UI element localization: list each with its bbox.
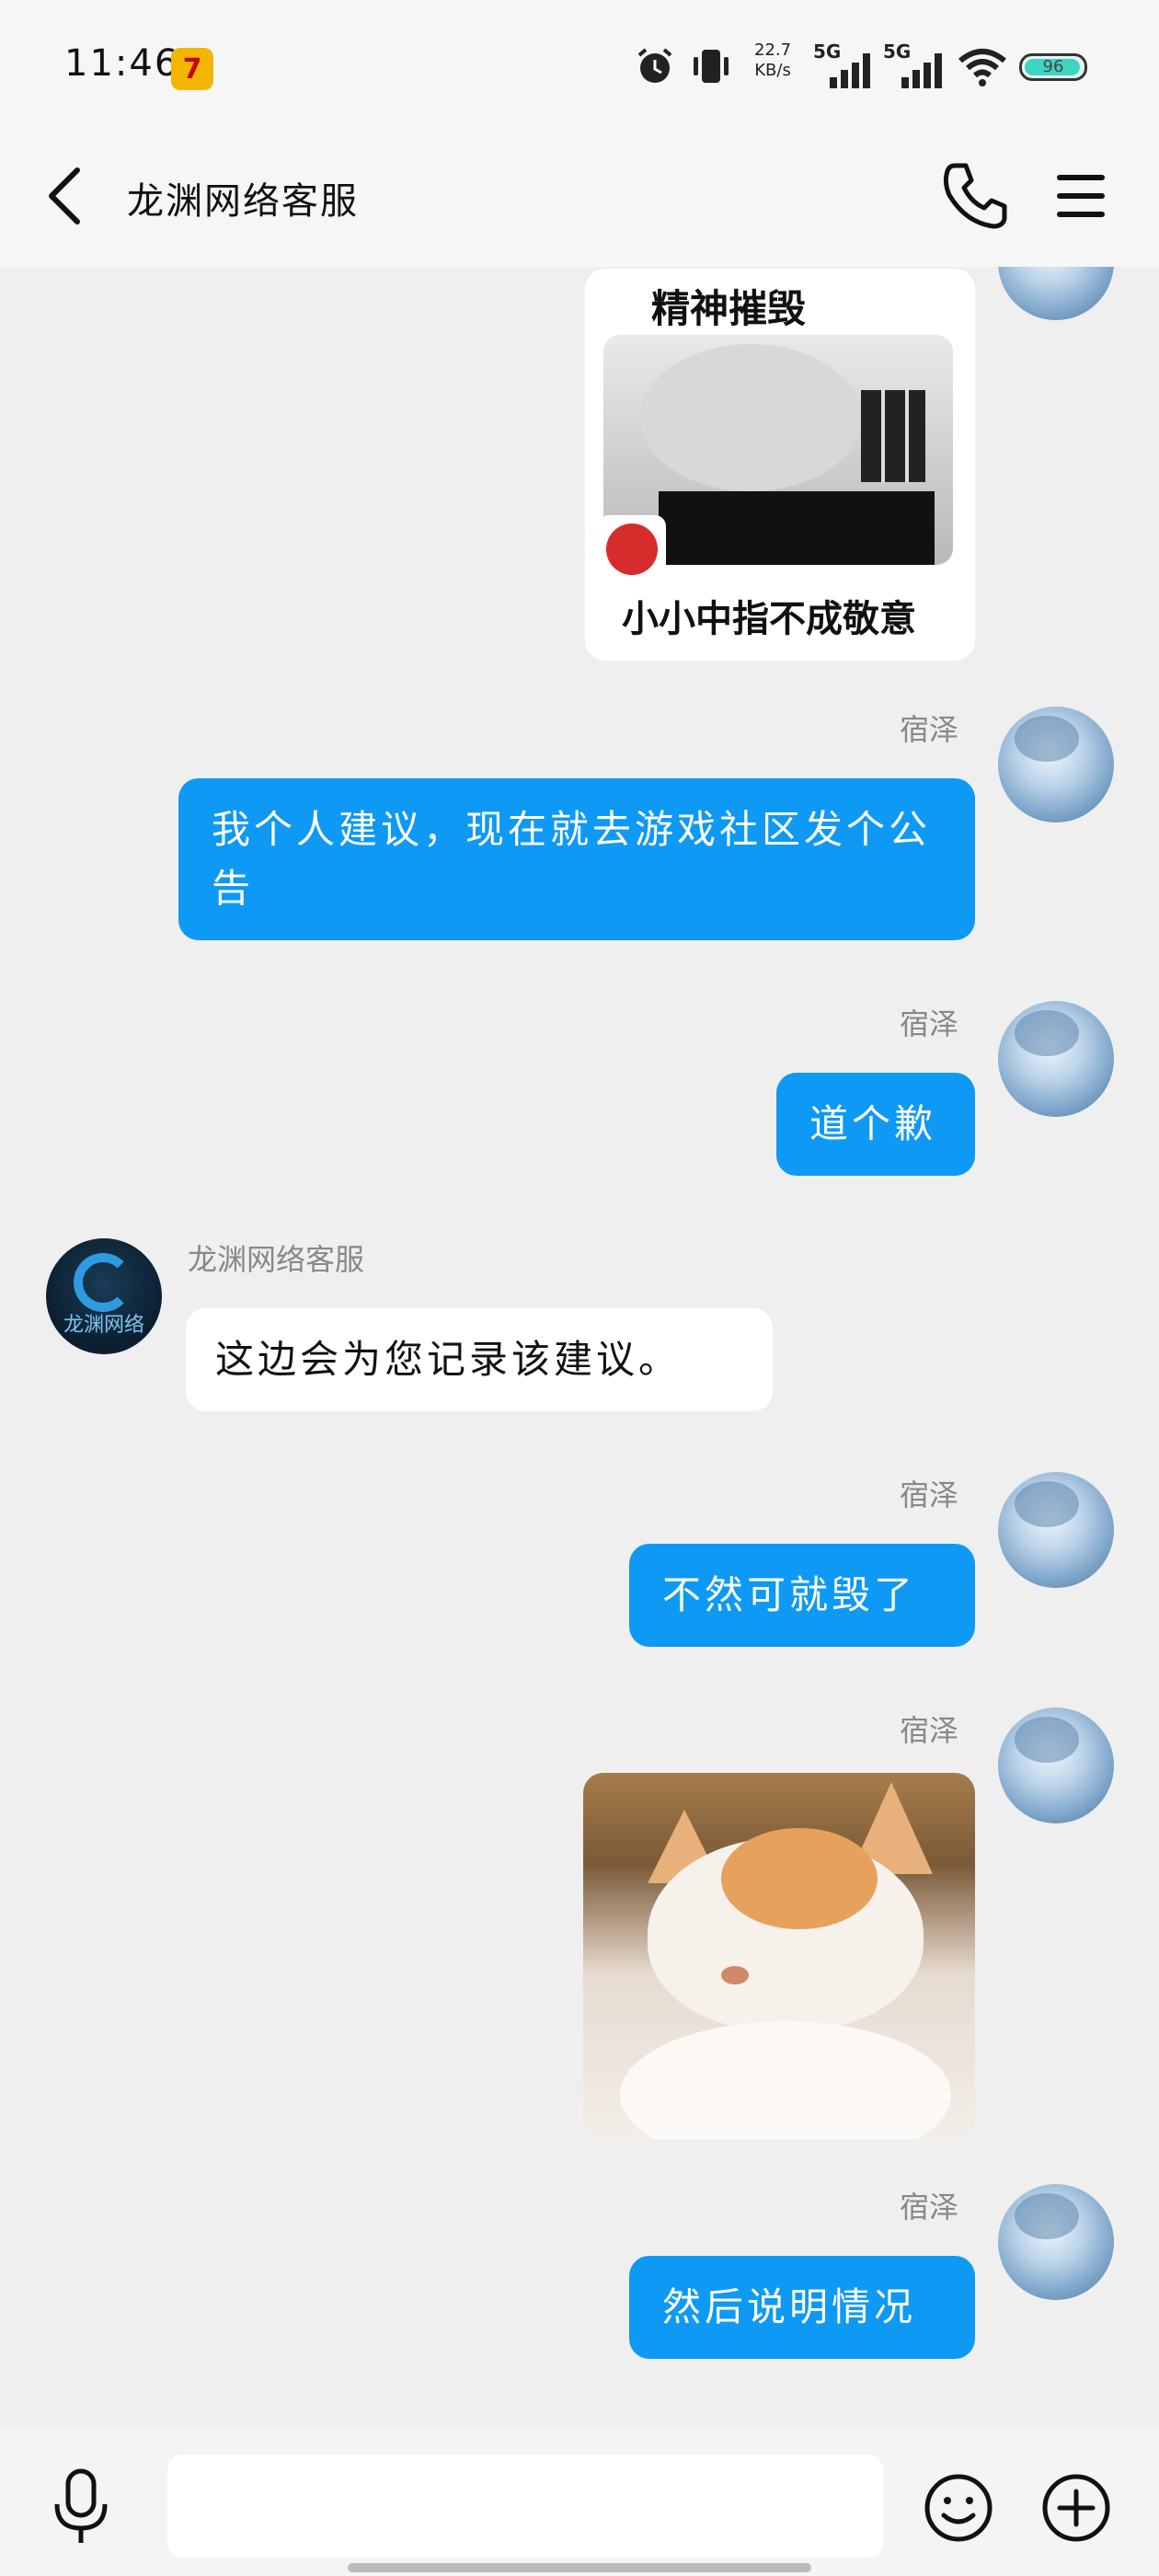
sender-name: 宿泽 bbox=[900, 1713, 959, 1748]
wifi-icon bbox=[958, 49, 1006, 86]
back-arrow-icon bbox=[49, 167, 80, 224]
signal-icon bbox=[901, 53, 942, 88]
emoji-button[interactable] bbox=[920, 2469, 997, 2547]
back-button[interactable] bbox=[37, 164, 92, 228]
network-speed-value: 22.7 bbox=[754, 40, 792, 60]
sender-name: 宿泽 bbox=[900, 1006, 959, 1041]
user-avatar[interactable] bbox=[998, 267, 1114, 320]
voice-button[interactable] bbox=[46, 2466, 116, 2548]
cat-sticker[interactable] bbox=[583, 1773, 975, 2139]
more-button[interactable] bbox=[1038, 2469, 1115, 2547]
menu-icon bbox=[1057, 175, 1105, 217]
battery-icon: 96 bbox=[1019, 53, 1087, 81]
message-input[interactable] bbox=[167, 2455, 883, 2558]
status-time: 11:46 bbox=[64, 42, 180, 85]
message-bubble[interactable]: 不然可就毁了 bbox=[629, 1544, 975, 1647]
message-bubble[interactable]: 然后说明情况 bbox=[629, 2256, 975, 2359]
sticker-bottom-text: 小小中指不成敬意 bbox=[622, 598, 916, 640]
sender-name: 宿泽 bbox=[900, 2190, 959, 2225]
user-avatar[interactable] bbox=[998, 1708, 1114, 1823]
user-avatar[interactable] bbox=[998, 1001, 1114, 1117]
menu-button[interactable] bbox=[1044, 166, 1114, 226]
sender-name: 宿泽 bbox=[900, 712, 959, 747]
support-avatar-text: 龙渊网络 bbox=[63, 1314, 144, 1337]
microphone-icon bbox=[54, 2468, 108, 2543]
network-speed: 22.7 KB/s bbox=[754, 40, 791, 81]
page-title: 龙渊网络客服 bbox=[127, 180, 359, 223]
home-indicator[interactable] bbox=[348, 2563, 811, 2572]
message-bubble[interactable]: 这边会为您记录该建议。 bbox=[186, 1308, 773, 1411]
user-avatar[interactable] bbox=[998, 1472, 1114, 1588]
signal-icon bbox=[830, 53, 870, 88]
sticker-top-text: 精神摧毁 bbox=[651, 286, 807, 331]
alarm-icon bbox=[637, 48, 672, 83]
user-avatar[interactable] bbox=[998, 707, 1114, 822]
message-bubble[interactable]: 道个歉 bbox=[776, 1073, 975, 1176]
battery-level: 96 bbox=[1042, 57, 1064, 76]
network-speed-unit: KB/s bbox=[754, 61, 791, 80]
call-button[interactable] bbox=[938, 158, 1012, 232]
phone-icon bbox=[943, 163, 1007, 229]
emoji-icon bbox=[924, 2474, 993, 2542]
vibrate-icon bbox=[694, 50, 729, 83]
app-notification-icon: 7 bbox=[171, 48, 213, 90]
plus-icon bbox=[1042, 2474, 1110, 2542]
support-avatar[interactable]: 龙渊网络 bbox=[46, 1238, 162, 1354]
message-list: 精神摧毁 小小中指不成敬意 宿泽 我个人建议，现在就去游戏社区发个公告 宿泽 道… bbox=[0, 267, 1159, 2429]
sender-name: 宿泽 bbox=[900, 1478, 959, 1512]
user-avatar[interactable] bbox=[998, 2184, 1114, 2300]
message-bubble[interactable]: 我个人建议，现在就去游戏社区发个公告 bbox=[178, 778, 975, 940]
meme-sticker[interactable]: 精神摧毁 小小中指不成敬意 bbox=[585, 269, 975, 661]
sender-name: 龙渊网络客服 bbox=[188, 1242, 365, 1277]
sticker-logo-icon bbox=[598, 515, 666, 583]
